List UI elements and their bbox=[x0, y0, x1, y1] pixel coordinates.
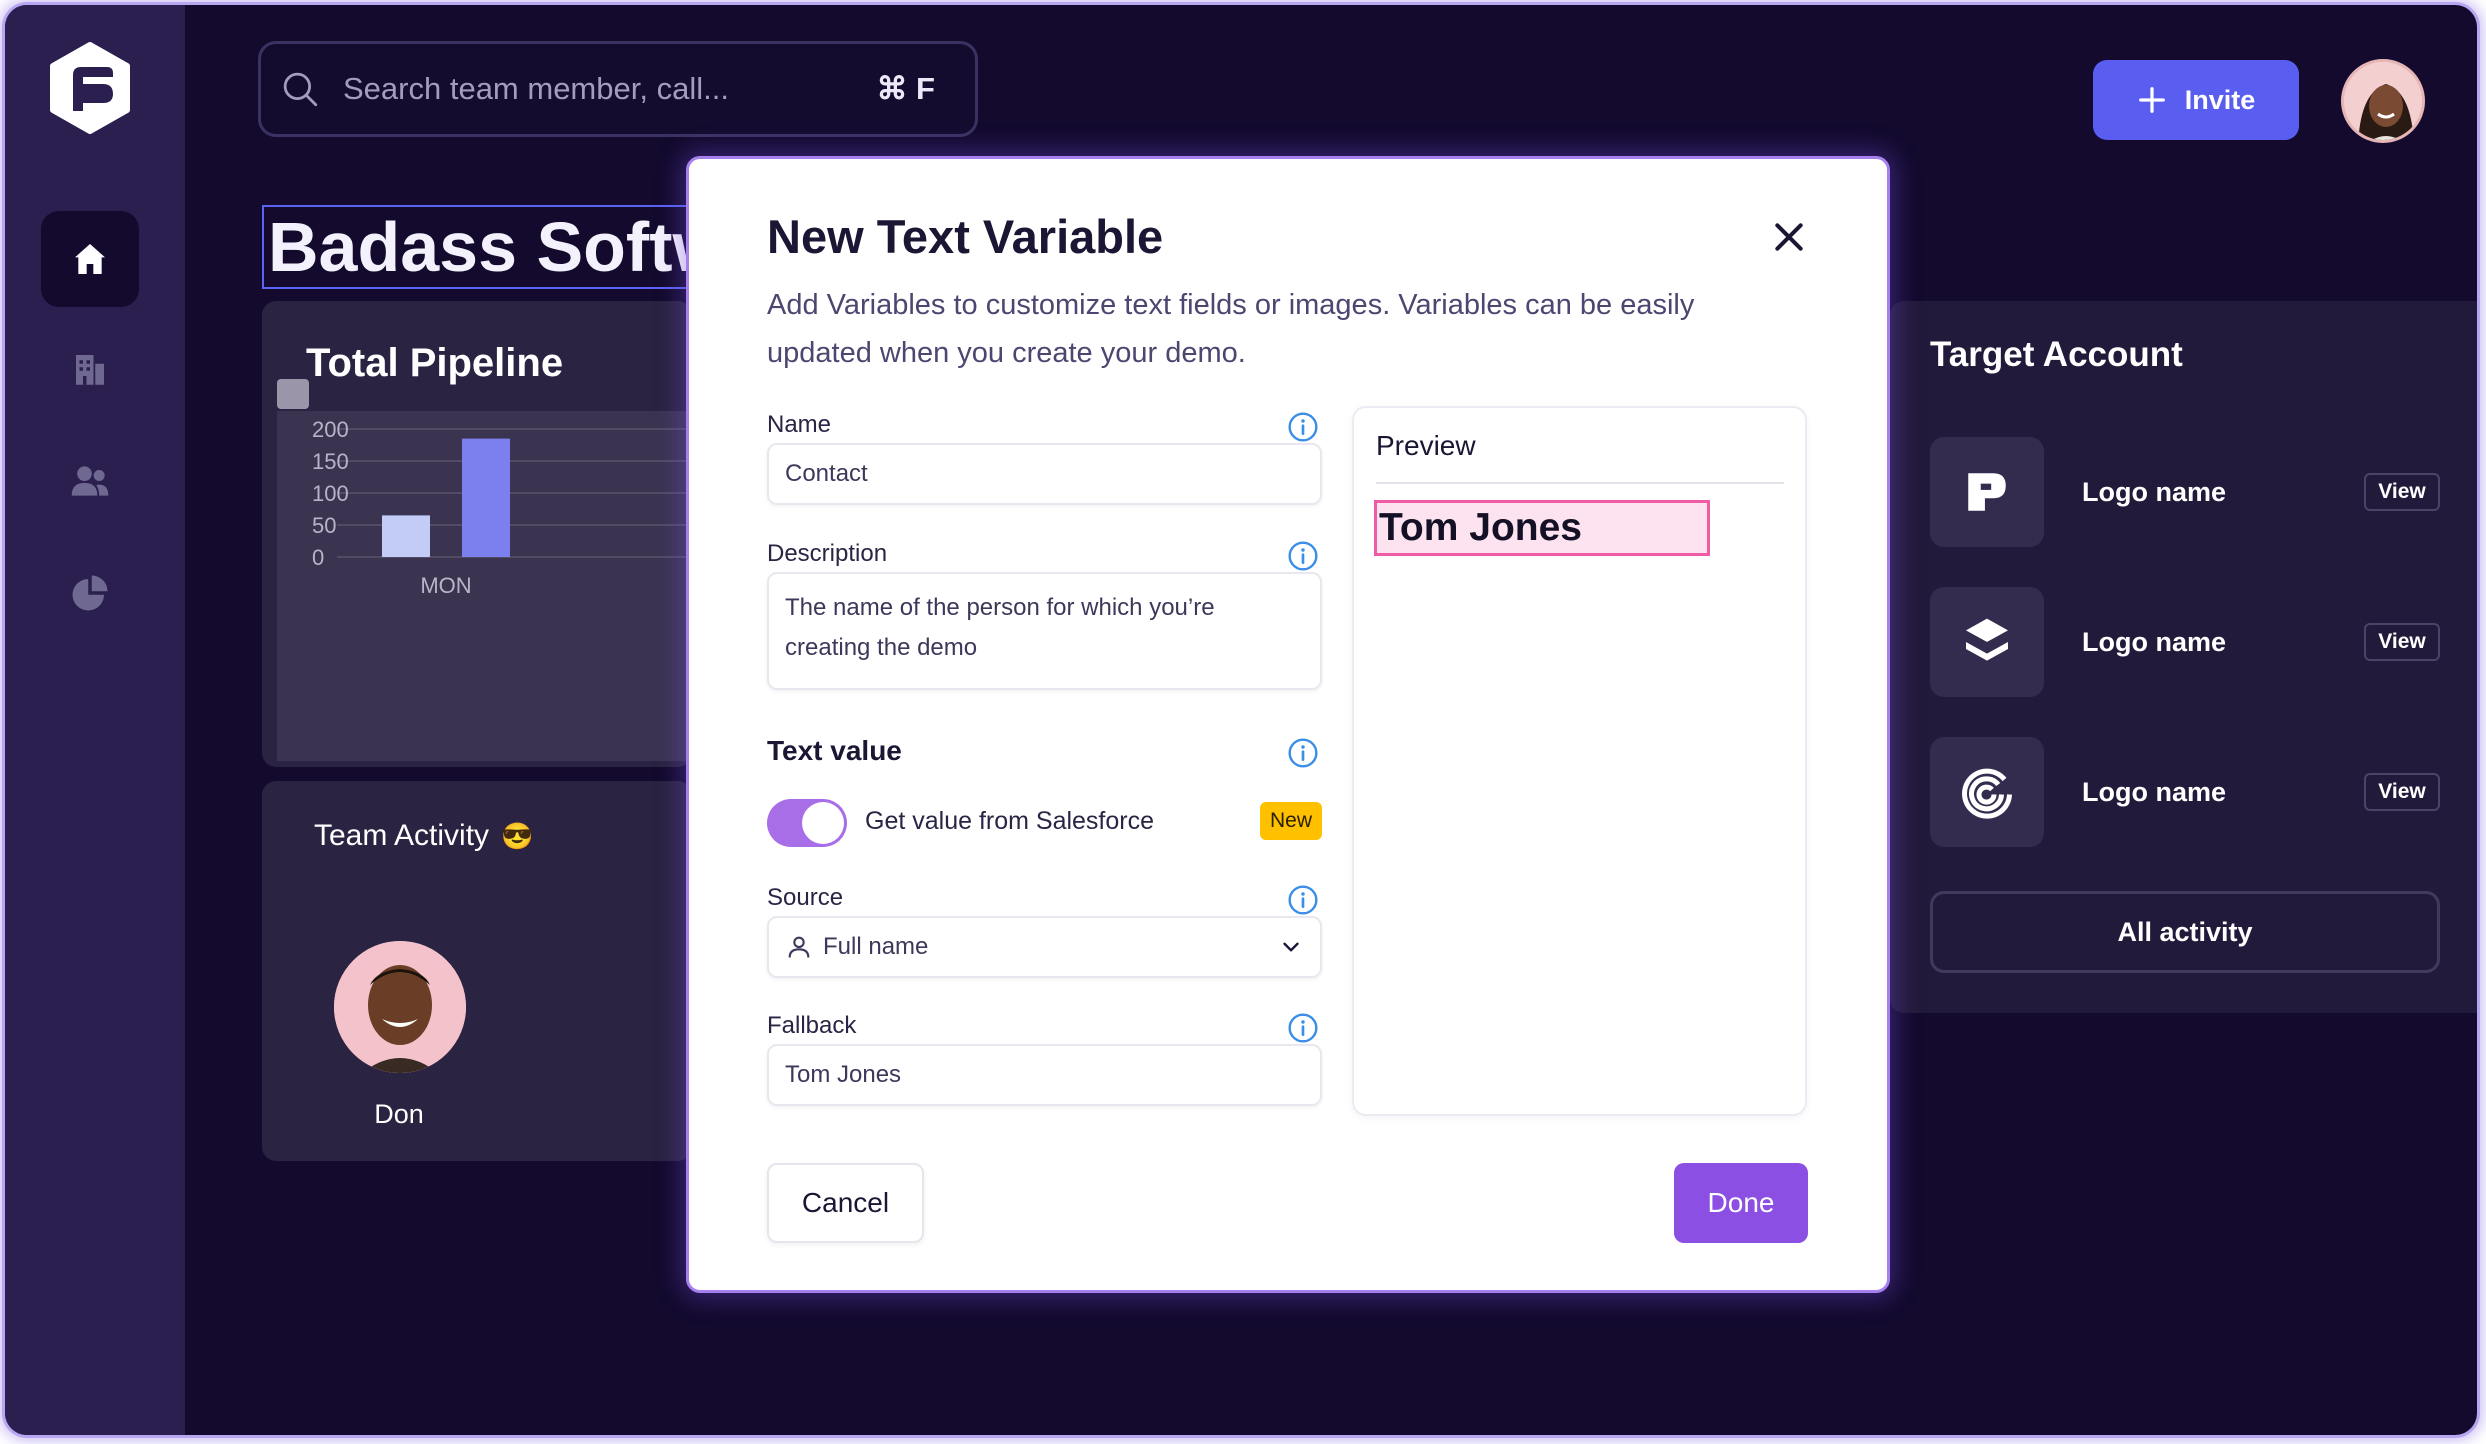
user-icon bbox=[788, 936, 810, 958]
preview-title: Preview bbox=[1376, 430, 1476, 461]
team-activity-title: Team Activity 😎 bbox=[314, 819, 533, 853]
y-tick-label: 50 bbox=[312, 513, 336, 538]
bar bbox=[462, 438, 510, 557]
fallback-field[interactable]: Tom Jones bbox=[767, 1044, 1322, 1106]
member-name: Don bbox=[374, 1099, 424, 1129]
view-button[interactable]: View bbox=[2364, 623, 2440, 661]
y-tick-label: 100 bbox=[312, 481, 349, 506]
user-avatar[interactable] bbox=[2341, 59, 2425, 143]
preview-value: Tom Jones bbox=[1374, 500, 1710, 556]
team-activity-card: Team Activity 😎 Don bbox=[262, 781, 692, 1161]
bar bbox=[382, 515, 430, 557]
salesforce-toggle[interactable] bbox=[767, 799, 847, 847]
pipeline-chart: 200 150 100 50 0 MON bbox=[312, 417, 692, 598]
search-shortcut: ⌘ F bbox=[876, 71, 935, 106]
account-logo bbox=[1930, 437, 2044, 547]
info-icon[interactable] bbox=[1287, 411, 1319, 443]
modal-title: New Text Variable bbox=[767, 210, 1164, 263]
x-tick-label: MON bbox=[420, 573, 471, 598]
toggle-knob bbox=[802, 802, 844, 844]
nav-companies[interactable] bbox=[41, 321, 139, 417]
cancel-button[interactable]: Cancel bbox=[767, 1163, 924, 1243]
new-badge: New bbox=[1260, 802, 1322, 840]
users-icon bbox=[71, 466, 109, 496]
close-button[interactable] bbox=[1769, 217, 1809, 257]
preview-divider bbox=[1376, 482, 1784, 484]
pie-chart-icon bbox=[72, 575, 108, 611]
account-row[interactable]: Logo name View bbox=[1930, 737, 2440, 847]
pipeline-title: Total Pipeline bbox=[306, 341, 564, 385]
invite-button[interactable]: Invite bbox=[2093, 60, 2299, 140]
account-row[interactable]: Logo name View bbox=[1930, 437, 2440, 547]
source-select[interactable]: Full name bbox=[767, 916, 1322, 978]
name-label: Name bbox=[767, 411, 832, 438]
building-icon bbox=[76, 355, 104, 385]
account-logo bbox=[1930, 737, 2044, 847]
home-icon bbox=[75, 244, 105, 274]
info-icon[interactable] bbox=[1287, 884, 1319, 916]
source-value: Full name bbox=[823, 933, 929, 960]
fallback-label: Fallback bbox=[767, 1012, 857, 1039]
preview-panel: Preview Tom Jones bbox=[1352, 406, 1807, 1116]
name-field[interactable]: Contact bbox=[767, 443, 1322, 505]
chart-refresh-icon[interactable] bbox=[277, 379, 309, 409]
account-logo bbox=[1930, 587, 2044, 697]
app-window: Search team member, call... ⌘ F Invite B… bbox=[5, 5, 2477, 1435]
account-name: Logo name bbox=[2082, 626, 2227, 657]
new-text-variable-modal: New Text Variable Add Variables to custo… bbox=[686, 156, 1890, 1293]
sunglasses-emoji-icon: 😎 bbox=[501, 820, 534, 851]
invite-label: Invite bbox=[2184, 84, 2256, 115]
page-title[interactable]: Badass Software bbox=[262, 205, 692, 289]
member-avatar[interactable] bbox=[334, 941, 466, 1073]
nav-team[interactable] bbox=[41, 433, 139, 529]
text-value-label: Text value bbox=[767, 735, 902, 766]
all-activity-button[interactable]: All activity bbox=[1930, 891, 2440, 973]
spiral-logo-icon bbox=[1962, 768, 2012, 819]
nav-reports[interactable] bbox=[41, 545, 139, 641]
account-name: Logo name bbox=[2082, 476, 2227, 507]
chevron-down-icon bbox=[1283, 942, 1299, 952]
search-bar[interactable]: Search team member, call... ⌘ F bbox=[258, 41, 978, 137]
info-icon[interactable] bbox=[1287, 540, 1319, 572]
description-label: Description bbox=[767, 540, 888, 567]
layers-logo-icon bbox=[1966, 618, 2008, 661]
search-input[interactable]: Search team member, call... bbox=[343, 71, 729, 107]
view-button[interactable]: View bbox=[2364, 773, 2440, 811]
team-activity-label: Team Activity bbox=[314, 819, 490, 852]
y-tick-label: 0 bbox=[312, 545, 324, 570]
toggle-label: Get value from Salesforce bbox=[865, 807, 1155, 835]
close-icon bbox=[1775, 223, 1803, 251]
info-icon[interactable] bbox=[1287, 737, 1319, 769]
pipeline-card: Total Pipeline 200 150 100 50 0 MON bbox=[262, 301, 692, 767]
nav-home[interactable] bbox=[41, 211, 139, 307]
target-account-title: Target Account bbox=[1930, 335, 2183, 374]
modal-subtitle: Add Variables to customize text fields o… bbox=[767, 289, 1695, 369]
view-button[interactable]: View bbox=[2364, 473, 2440, 511]
account-row[interactable]: Logo name View bbox=[1930, 587, 2440, 697]
target-account-card: Target Account Logo name View Logo name … bbox=[1890, 301, 2477, 1013]
p-logo-icon bbox=[1968, 473, 2006, 511]
account-name: Logo name bbox=[2082, 776, 2227, 807]
y-tick-label: 200 bbox=[312, 417, 349, 442]
app-logo[interactable] bbox=[47, 41, 133, 135]
y-tick-label: 150 bbox=[312, 449, 349, 474]
plus-icon bbox=[2138, 87, 2165, 113]
done-button[interactable]: Done bbox=[1674, 1163, 1808, 1243]
description-field[interactable]: The name of the person for which you’re … bbox=[767, 572, 1322, 690]
source-label: Source bbox=[767, 884, 844, 911]
info-icon[interactable] bbox=[1287, 1012, 1319, 1044]
sidebar bbox=[5, 5, 185, 1435]
search-icon bbox=[283, 72, 318, 107]
